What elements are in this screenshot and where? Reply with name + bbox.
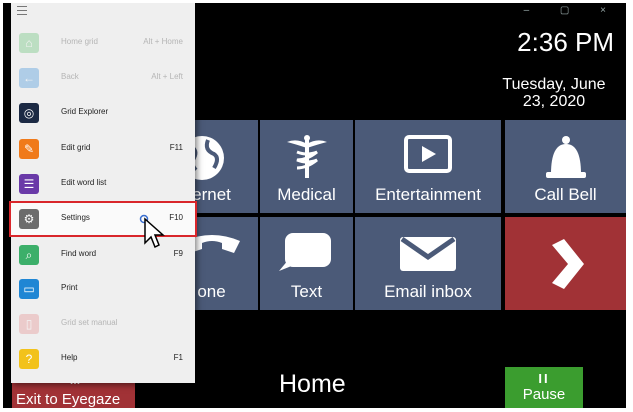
- bell-icon: [505, 134, 626, 184]
- menu-item-label: Grid set manual: [61, 318, 118, 327]
- menu-item-label: Edit grid: [61, 143, 91, 152]
- menu-item-grid-explorer[interactable]: ◎ Grid Explorer: [11, 97, 195, 129]
- menu-item-label: Back: [61, 72, 79, 81]
- tile-text[interactable]: Text: [260, 217, 353, 310]
- gear-icon: ⚙: [19, 209, 39, 229]
- help-icon: ?: [19, 349, 39, 369]
- clock: 2:36 PM: [517, 27, 614, 57]
- tile-label: Text: [290, 282, 323, 301]
- pause-button[interactable]: II Pause: [505, 367, 583, 408]
- main-menu: ⌂ Home grid Alt + Home ← Back Alt + Left…: [9, 3, 197, 383]
- envelope-icon: [355, 231, 501, 273]
- menu-item-shortcut: Alt + Left: [151, 72, 183, 81]
- menu-item-label: Help: [61, 353, 78, 362]
- menu-item-label: Find word: [61, 249, 97, 258]
- app-screen: – ▢ × 2:36 PM Tuesday, June 23, 2020 ern…: [3, 3, 626, 408]
- tile-entertainment[interactable]: Entertainment: [355, 120, 501, 213]
- tile-email-inbox[interactable]: Email inbox: [355, 217, 501, 310]
- compass-icon: ◎: [19, 103, 39, 123]
- menu-item-label: Grid Explorer: [61, 107, 109, 116]
- menu-item-shortcut: F1: [173, 353, 183, 362]
- menu-item-print[interactable]: ▭ Print: [11, 273, 195, 305]
- tile-call-bell[interactable]: Call Bell: [505, 120, 626, 213]
- menu-item-edit-word-list[interactable]: ☰ Edit word list: [11, 168, 195, 200]
- menu-item-grid-set-manual[interactable]: ▯ Grid set manual: [11, 308, 195, 340]
- home-icon: ⌂: [19, 33, 39, 53]
- menu-item-shortcut: F11: [169, 143, 183, 152]
- exit-label: Exit to Eyegaze: [16, 391, 121, 408]
- tile-label: Medical: [277, 185, 336, 204]
- menu-item-home-grid[interactable]: ⌂ Home grid Alt + Home: [11, 27, 195, 59]
- window-controls[interactable]: – ▢ ×: [524, 5, 620, 16]
- menu-item-shortcut: Alt + Home: [143, 37, 183, 46]
- pause-label: Pause: [522, 386, 566, 403]
- date: Tuesday, June 23, 2020: [502, 76, 606, 110]
- book-icon: ▯: [19, 314, 39, 334]
- tile-next-page[interactable]: [505, 217, 626, 310]
- tile-label: Email inbox: [384, 282, 472, 301]
- search-icon: ⌕: [19, 245, 39, 265]
- menu-item-settings[interactable]: ⚙ Settings F10: [9, 201, 197, 237]
- menu-item-edit-grid[interactable]: ✎ Edit grid F11: [11, 133, 195, 165]
- menu-item-label: Print: [61, 283, 78, 292]
- pause-icon: II: [538, 371, 550, 386]
- tile-label: Entertainment: [375, 185, 481, 204]
- menu-item-label: Home grid: [61, 37, 98, 46]
- printer-icon: ▭: [19, 279, 39, 299]
- back-icon: ←: [19, 68, 39, 88]
- hamburger-icon[interactable]: [17, 6, 27, 15]
- page-title: Home: [279, 370, 346, 398]
- mouse-cursor-icon: [144, 217, 165, 249]
- chevron-right-icon: [505, 239, 626, 289]
- menu-item-label: Edit word list: [61, 178, 107, 187]
- caduceus-icon: [260, 134, 353, 180]
- tile-label: Call Bell: [534, 185, 597, 204]
- pencil-icon: ✎: [19, 139, 39, 159]
- menu-item-find-word[interactable]: ⌕ Find word F9: [11, 239, 195, 271]
- menu-item-shortcut: F9: [173, 249, 183, 258]
- menu-item-back[interactable]: ← Back Alt + Left: [11, 62, 195, 94]
- menu-item-label: Settings: [61, 213, 90, 222]
- speech-bubble-icon: [260, 231, 353, 273]
- menu-item-help[interactable]: ? Help F1: [11, 343, 195, 375]
- tile-medical[interactable]: Medical: [260, 120, 353, 213]
- play-icon: [355, 134, 501, 174]
- list-icon: ☰: [19, 174, 39, 194]
- menu-item-shortcut: F10: [169, 213, 183, 222]
